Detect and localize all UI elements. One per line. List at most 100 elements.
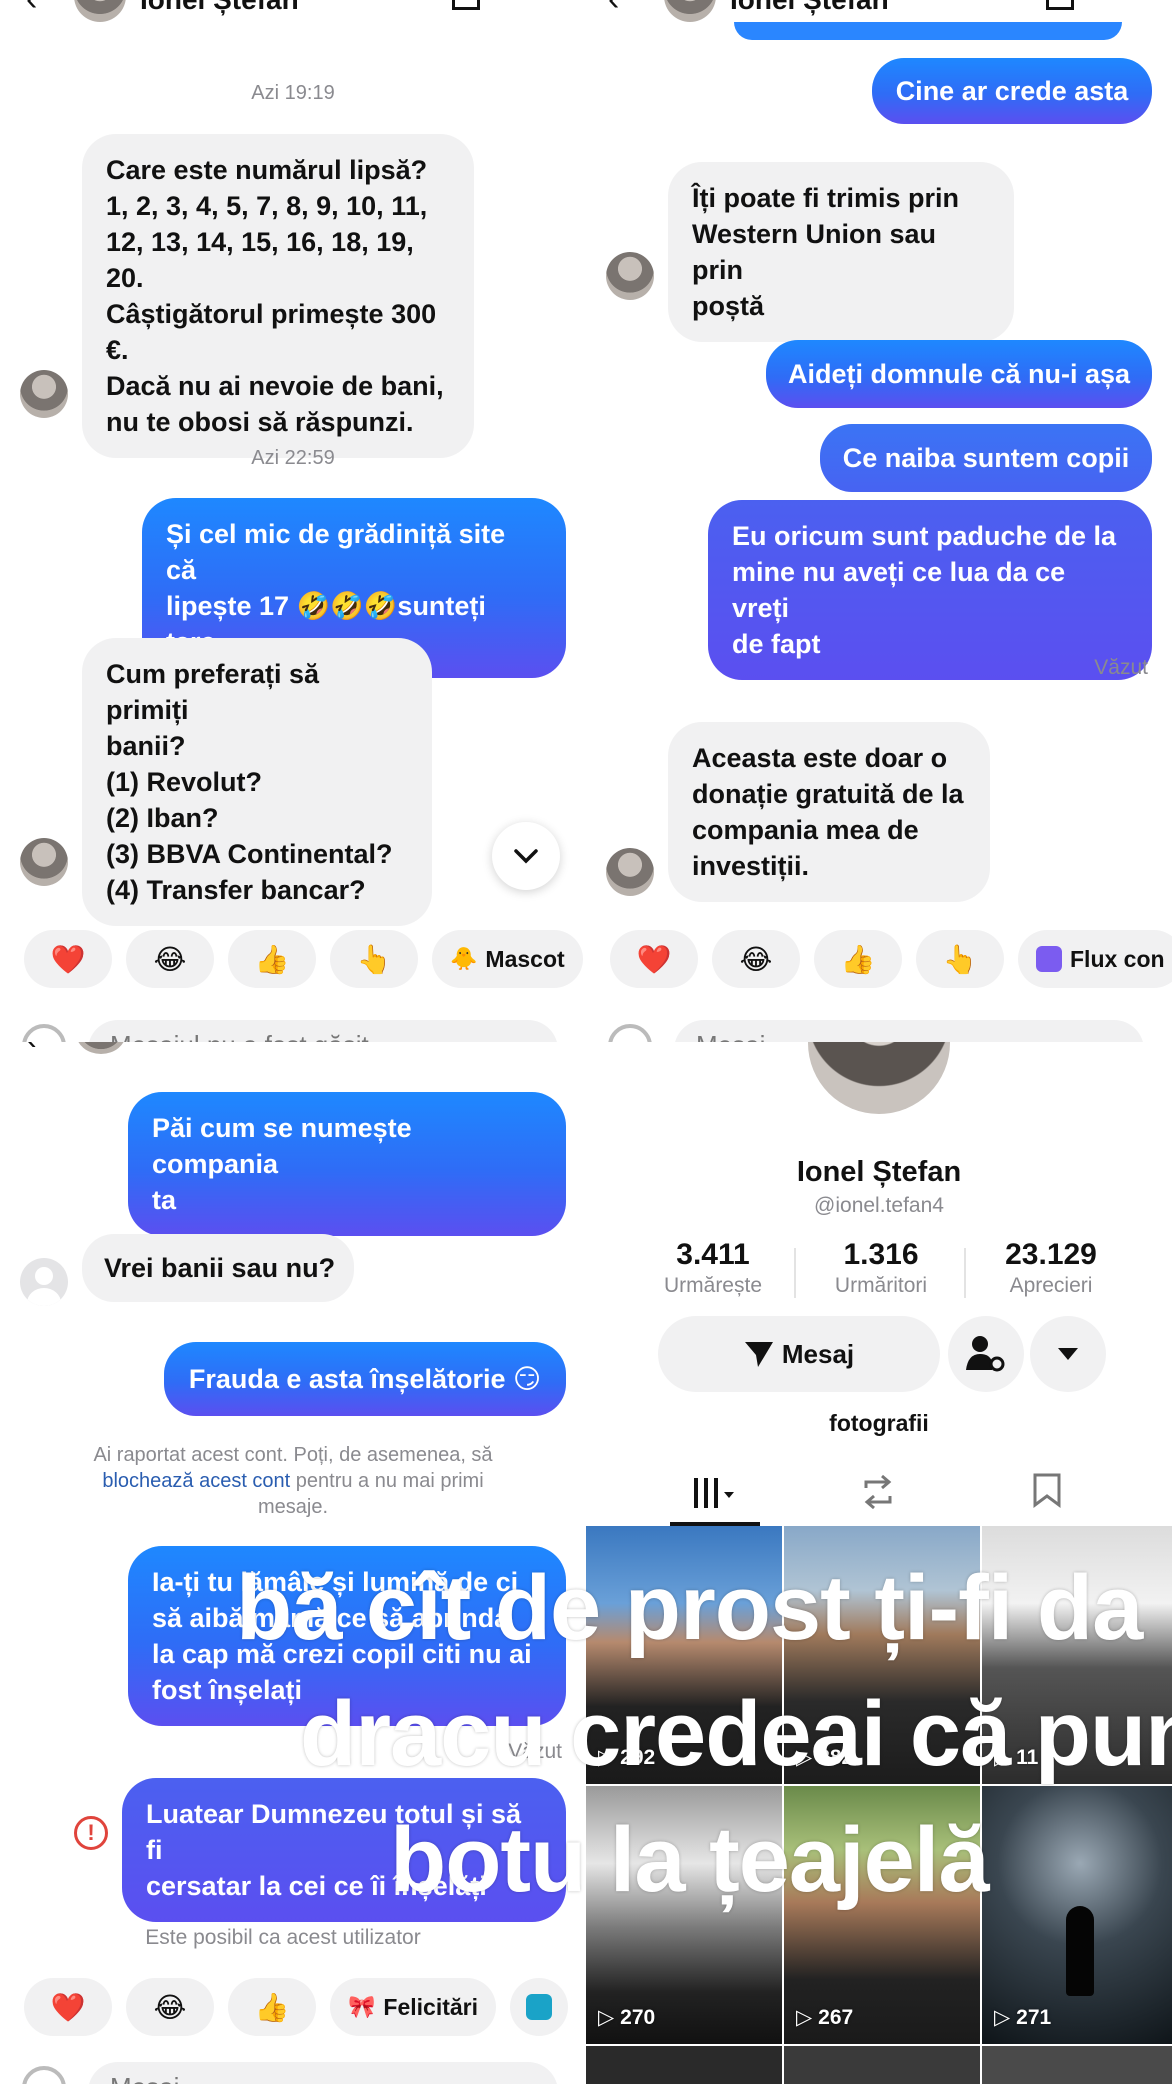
reaction-thumbs-up[interactable]: 👍 bbox=[814, 930, 902, 988]
message-input[interactable]: Mesajul nu a fost găsit bbox=[88, 1020, 558, 1042]
back-icon[interactable]: ‹ bbox=[26, 0, 37, 19]
contact-avatar[interactable] bbox=[20, 370, 68, 418]
stat-following-count[interactable]: 3.411 bbox=[628, 1238, 798, 1272]
header-contact-name[interactable]: Ionel Ștefan bbox=[140, 0, 299, 16]
reaction-point-up[interactable]: 👆 bbox=[916, 930, 1004, 988]
send-icon bbox=[744, 1342, 773, 1367]
report-line-3: mesaje. bbox=[257, 1496, 329, 1518]
tab-saved[interactable] bbox=[1032, 1472, 1068, 1512]
message-outgoing[interactable]: Frauda e asta înșelătorie 😏 bbox=[164, 1342, 566, 1416]
reaction-heart[interactable]: ❤️ bbox=[24, 1978, 112, 2036]
flag-icon[interactable] bbox=[452, 0, 480, 10]
message-incoming[interactable]: Care este numărul lipsă? 1, 2, 3, 4, 5, … bbox=[82, 134, 474, 458]
quick-reactions: ❤️ 😂 👍 👆 🐥 Mascot bbox=[24, 930, 583, 988]
point-up-icon: 👆 bbox=[942, 943, 978, 975]
reaction-point-up[interactable]: 👆 bbox=[330, 930, 418, 988]
point-up-icon: 👆 bbox=[356, 943, 392, 975]
more-options-button[interactable] bbox=[1030, 1316, 1106, 1392]
camera-icon[interactable] bbox=[22, 2066, 66, 2084]
flux-icon bbox=[1036, 946, 1062, 972]
message-outgoing[interactable]: Eu oricum sunt paduche de la mine nu ave… bbox=[708, 500, 1152, 680]
scroll-down-button[interactable] bbox=[492, 822, 560, 890]
message-outgoing[interactable]: Aideți domnule că nu-i așa bbox=[766, 340, 1152, 408]
contact-avatar[interactable] bbox=[606, 252, 654, 300]
camera-icon[interactable] bbox=[608, 1024, 652, 1042]
caret-down-icon bbox=[1058, 1348, 1078, 1360]
thumbs-up-icon: 👍 bbox=[254, 943, 290, 975]
message-button-label: Mesaj bbox=[781, 1338, 855, 1369]
reaction-thumbs-up[interactable]: 👍 bbox=[228, 930, 316, 988]
profile-avatar[interactable] bbox=[808, 1042, 950, 1114]
play-square-icon bbox=[526, 1994, 553, 2020]
header-avatar[interactable] bbox=[74, 0, 126, 22]
message-incoming[interactable]: Cum preferați să primiți banii? (1) Revo… bbox=[82, 638, 432, 926]
contact-avatar[interactable] bbox=[20, 838, 68, 886]
grid-icon bbox=[694, 1478, 734, 1508]
video-caption-line-2: dracu credeai că pun bbox=[300, 1683, 1172, 1785]
header-contact-name[interactable]: Ionel Ștefan bbox=[730, 0, 889, 16]
thumbs-up-icon: 👍 bbox=[254, 1991, 290, 2023]
add-friend-button[interactable] bbox=[948, 1316, 1024, 1392]
message-incoming[interactable]: Aceasta este doar o donație gratuită de … bbox=[668, 722, 990, 902]
stat-following-label[interactable]: Urmărește bbox=[628, 1274, 798, 1298]
tab-videos[interactable] bbox=[670, 1468, 760, 1526]
mascot-icon: 🐥 bbox=[450, 946, 478, 971]
message-button[interactable]: Mesaj bbox=[658, 1316, 940, 1392]
reaction-heart[interactable]: ❤️ bbox=[24, 930, 112, 988]
stat-followers-count[interactable]: 1.316 bbox=[796, 1238, 966, 1272]
reaction-thumbs-up[interactable]: 👍 bbox=[228, 1978, 316, 2036]
video-thumbnail[interactable] bbox=[784, 2046, 980, 2084]
thumbs-up-icon: 👍 bbox=[840, 943, 876, 975]
view-count: ▷ 270 bbox=[598, 2005, 656, 2030]
message-incoming[interactable]: Îți poate fi trimis prin Western Union s… bbox=[668, 162, 1014, 342]
reaction-mascot[interactable]: 🐥 Mascot bbox=[432, 930, 583, 988]
video-thumbnail[interactable] bbox=[982, 2046, 1172, 2084]
reaction-felicitari[interactable]: 🎀 Felicitări bbox=[330, 1978, 497, 2036]
message-outgoing[interactable]: Cine ar crede asta bbox=[872, 58, 1152, 124]
laugh-icon: 😂 bbox=[153, 943, 187, 975]
back-icon[interactable]: ‹ bbox=[608, 0, 619, 19]
reaction-heart[interactable]: ❤️ bbox=[610, 930, 698, 988]
stat-followers-label[interactable]: Urmăritori bbox=[796, 1274, 966, 1298]
seen-indicator: Văzut bbox=[1094, 656, 1148, 679]
contact-avatar[interactable] bbox=[606, 848, 654, 896]
profile-name: Ionel Ștefan bbox=[796, 1156, 962, 1188]
contact-avatar[interactable] bbox=[20, 1258, 68, 1306]
message-outgoing[interactable]: Păi cum se numește compania ta bbox=[128, 1092, 566, 1236]
silhouette-figure bbox=[1066, 1906, 1094, 1996]
reaction-laugh[interactable]: 😂 bbox=[126, 930, 214, 988]
back-icon[interactable]: ‹ bbox=[26, 1042, 37, 1057]
input-placeholder: Mesaj bbox=[696, 1030, 765, 1042]
quick-reactions: ❤️ 😂 👍 👆 Flux con bbox=[610, 930, 1172, 988]
message-input[interactable]: Mesaj bbox=[674, 1020, 1144, 1042]
warning-icon[interactable]: ! bbox=[74, 1816, 108, 1850]
video-thumbnail[interactable] bbox=[586, 2046, 782, 2084]
report-line-1: Ai raportat acest cont. Poți, de asemene… bbox=[93, 1444, 493, 1466]
reaction-laugh[interactable]: 😂 bbox=[712, 930, 800, 988]
heart-icon: ❤️ bbox=[50, 1991, 86, 2023]
block-account-link[interactable]: blochează acest cont bbox=[102, 1470, 290, 1492]
report-notice: Ai raportat acest cont. Poți, de asemene… bbox=[20, 1442, 566, 1520]
tab-reposts[interactable] bbox=[858, 1474, 902, 1514]
message-outgoing[interactable]: Ce naiba suntem copii bbox=[820, 424, 1152, 492]
heart-icon: ❤️ bbox=[50, 943, 86, 975]
camera-icon[interactable] bbox=[22, 1024, 66, 1042]
header-avatar[interactable] bbox=[664, 0, 716, 22]
reaction-flux[interactable]: Flux con bbox=[1018, 930, 1172, 988]
profile-handle: @ionel.tefan4 bbox=[814, 1194, 944, 1217]
gift-icon: 🎀 bbox=[348, 1994, 376, 2019]
video-thumbnail[interactable]: ▷ 271 bbox=[982, 1786, 1172, 2044]
user-warning-text: Este posibil ca acest utilizator bbox=[145, 1926, 421, 1949]
heart-icon: ❤️ bbox=[636, 943, 672, 975]
stat-likes-count: 23.129 bbox=[1005, 1238, 1097, 1271]
reaction-laugh[interactable]: 😂 bbox=[126, 1978, 214, 2036]
message-incoming[interactable]: Vrei banii sau nu? bbox=[82, 1234, 354, 1302]
reaction-media[interactable] bbox=[510, 1978, 569, 2036]
message-input[interactable]: Mesaj bbox=[88, 2062, 558, 2084]
view-count: ▷ 271 bbox=[994, 2005, 1052, 2030]
header-avatar[interactable] bbox=[76, 1042, 126, 1054]
laugh-icon: 😂 bbox=[739, 943, 773, 975]
profile-bio: fotografii bbox=[829, 1410, 929, 1436]
chat-panel-1: ‹ Ionel Ștefan Azi 19:19 Care este număr… bbox=[0, 0, 586, 1042]
flag-icon[interactable] bbox=[1046, 0, 1074, 10]
